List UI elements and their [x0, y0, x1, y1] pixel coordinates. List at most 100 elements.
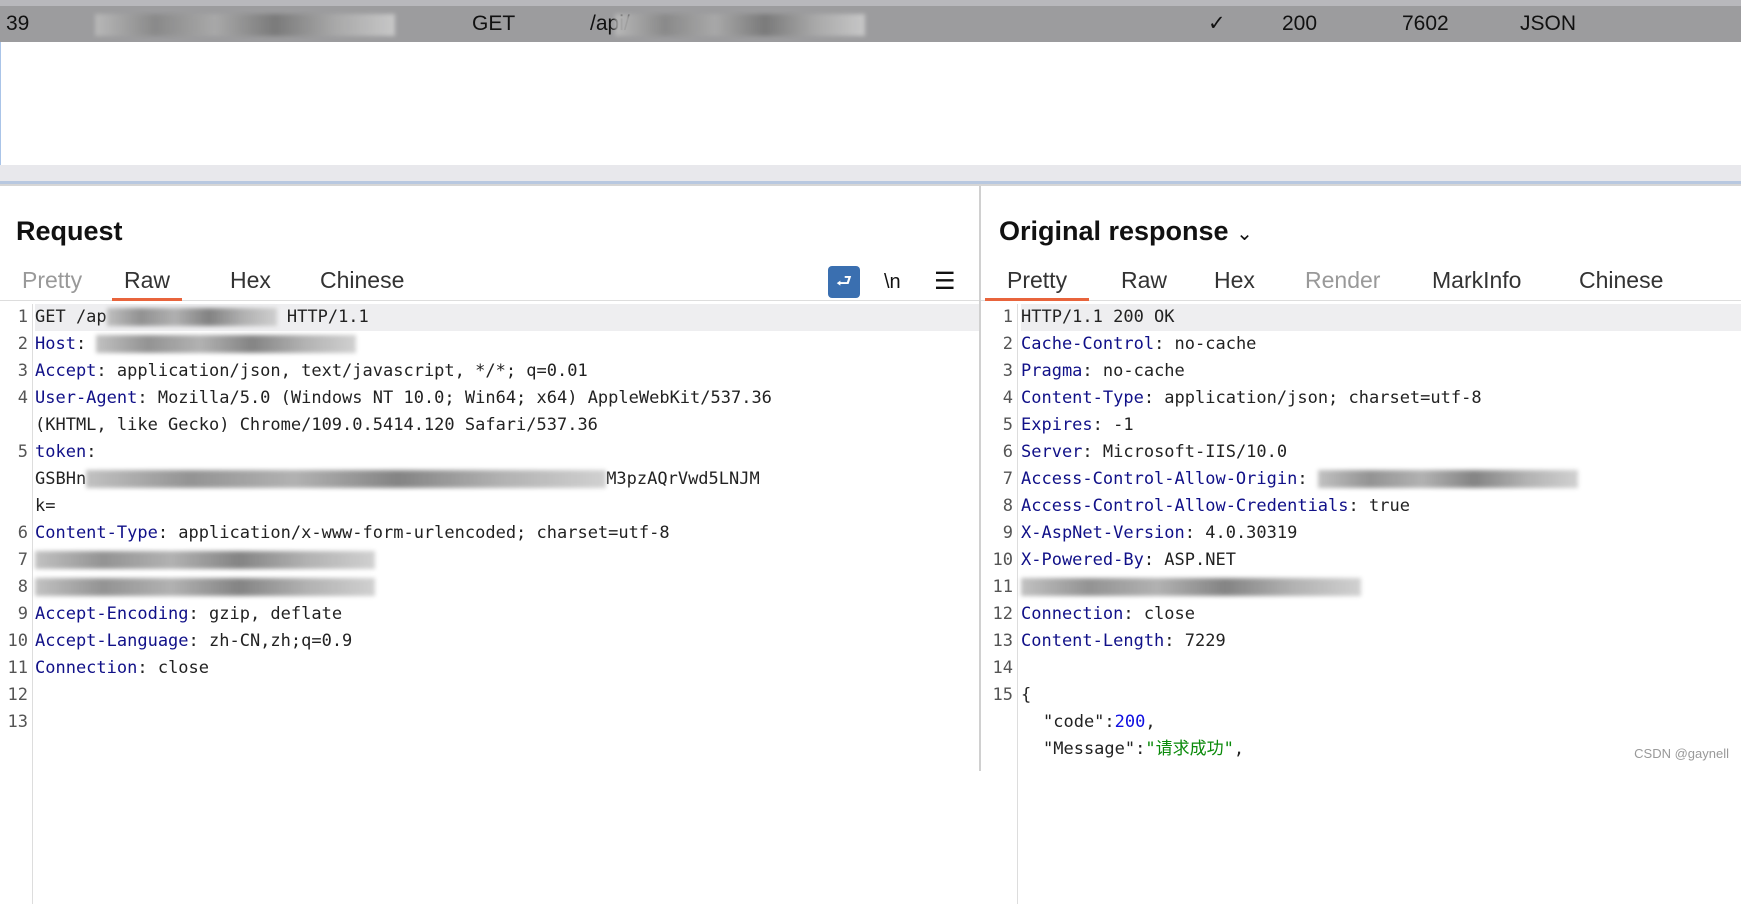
code-line: 15 {	[981, 682, 1741, 709]
code-line: 3 Accept: application/json, text/javascri…	[0, 358, 979, 385]
header-name: User-Agent	[35, 388, 138, 408]
line-number: 5	[17, 442, 28, 462]
word-wrap-icon[interactable]: ⮐	[828, 266, 860, 298]
code-line: 9 X-AspNet-Version: 4.0.30319	[981, 520, 1741, 547]
row-method: GET	[472, 12, 516, 35]
header-name: X-Powered-By	[1021, 550, 1144, 570]
line-number: 6	[17, 523, 28, 543]
tab-render[interactable]: Render	[1305, 264, 1380, 298]
header-name: Expires	[1021, 415, 1093, 435]
code-line: 2 Cache-Control: no-cache	[981, 331, 1741, 358]
tab-pretty[interactable]: Pretty	[985, 264, 1090, 301]
tab-chinese[interactable]: Chinese	[320, 264, 404, 298]
header-value: :	[1297, 469, 1318, 489]
header-value: : gzip, deflate	[188, 604, 343, 624]
header-name: Access-Control-Allow-Origin	[1021, 469, 1298, 489]
code-line: 12 Connection: close	[981, 601, 1741, 628]
show-newlines-button[interactable]: \n	[884, 266, 901, 298]
tab-chinese[interactable]: Chinese	[1579, 264, 1663, 298]
header-value: : zh-CN,zh;q=0.9	[188, 631, 353, 651]
line-text: "code":200,	[1043, 709, 1156, 736]
code-line: 13 Content-Length: 7229	[981, 628, 1741, 655]
line-text: GSBHn M3pzAQrVwd5LNJM	[35, 466, 760, 493]
line-text: Content-Type: application/json; charset=…	[1021, 385, 1482, 412]
header-value: (KHTML, like Gecko) Chrome/109.0.5414.12…	[35, 415, 598, 435]
line-text: Connection: close	[35, 655, 209, 682]
line-number: 1	[1002, 307, 1013, 327]
header-name: Access-Control-Allow-Credentials	[1021, 496, 1349, 516]
header-value: {	[1021, 685, 1032, 705]
chevron-down-icon[interactable]: ⌄	[1236, 223, 1253, 245]
json-key: "Message"	[1043, 739, 1136, 759]
tab-raw[interactable]: Raw	[1121, 264, 1167, 298]
header-value: : 4.0.30319	[1184, 523, 1298, 543]
header-value: : no-cache	[1154, 334, 1257, 354]
header-name: Accept-Encoding	[35, 604, 189, 624]
line-text-tail: M3pzAQrVwd5LNJM	[606, 469, 760, 489]
code-line: 5 Expires: -1	[981, 412, 1741, 439]
line-text: Content-Type: application/x-www-form-url…	[35, 520, 670, 547]
menu-icon[interactable]: ☰	[934, 266, 956, 298]
line-number: 1	[17, 307, 28, 327]
line-number: 14	[992, 658, 1013, 678]
code-line: 3 Pragma: no-cache	[981, 358, 1741, 385]
line-text	[1021, 574, 1361, 601]
line-text: GET /ap HTTP/1.1	[35, 304, 979, 331]
history-row-selected[interactable]: 39 GET /api/ ✓ 200 7602 JSON	[0, 6, 1741, 42]
json-line: "code":200,	[981, 709, 1741, 736]
header-value: : Mozilla/5.0 (Windows NT 10.0; Win64; x…	[137, 388, 772, 408]
line-number: 10	[7, 631, 28, 651]
code-line: 4 User-Agent: Mozilla/5.0 (Windows NT 10.…	[0, 385, 979, 412]
line-text: "Message":"请求成功",	[1043, 736, 1244, 763]
header-value: : -1	[1092, 415, 1134, 435]
code-line: 8 Access-Control-Allow-Credentials: true	[981, 493, 1741, 520]
response-panel: Original response ⌄ Pretty Raw Hex Rende…	[981, 186, 1741, 904]
line-number: 11	[7, 658, 28, 678]
line-text: Content-Length: 7229	[1021, 628, 1226, 655]
tab-hex[interactable]: Hex	[1214, 264, 1255, 298]
json-end: ,	[1145, 712, 1156, 732]
line-text: HTTP/1.1 200 OK	[1021, 304, 1741, 331]
code-line: 11 Connection: close	[0, 655, 979, 682]
header-name: Cache-Control	[1021, 334, 1155, 354]
line-number: 4	[17, 388, 28, 408]
line-number: 2	[1002, 334, 1013, 354]
line-text: Expires: -1	[1021, 412, 1134, 439]
json-key: "code"	[1043, 712, 1105, 732]
header-name: Content-Type	[35, 523, 158, 543]
row-id: 39	[6, 12, 30, 35]
code-line: 1 GET /ap HTTP/1.1	[0, 304, 979, 331]
line-text: Host:	[35, 331, 357, 358]
tab-markinfo[interactable]: MarkInfo	[1432, 264, 1521, 298]
code-line: 10 X-Powered-By: ASP.NET	[981, 547, 1741, 574]
json-end: ,	[1233, 739, 1245, 759]
line-text: Connection: close	[1021, 601, 1195, 628]
redacted-text	[96, 335, 357, 353]
line-number: 8	[1002, 496, 1013, 516]
redacted-text	[1021, 578, 1361, 596]
code-line: (KHTML, like Gecko) Chrome/109.0.5414.12…	[0, 412, 979, 439]
line-text: token:	[35, 439, 96, 466]
json-value: "请求成功"	[1145, 739, 1234, 759]
line-text	[35, 547, 375, 574]
tab-raw[interactable]: Raw	[112, 264, 183, 301]
code-line: 1 HTTP/1.1 200 OK	[981, 304, 1741, 331]
header-value: HTTP/1.1 200 OK	[1021, 307, 1175, 327]
code-line: 8	[0, 574, 979, 601]
line-text: User-Agent: Mozilla/5.0 (Windows NT 10.0…	[35, 385, 772, 412]
line-number: 13	[7, 712, 28, 732]
line-text: X-AspNet-Version: 4.0.30319	[1021, 520, 1297, 547]
line-text: Access-Control-Allow-Credentials: true	[1021, 493, 1410, 520]
tab-hex[interactable]: Hex	[230, 264, 271, 298]
header-value: : application/json; charset=utf-8	[1143, 388, 1482, 408]
line-text: X-Powered-By: ASP.NET	[1021, 547, 1236, 574]
line-number: 12	[992, 604, 1013, 624]
request-title: Request	[16, 216, 123, 246]
tab-pretty[interactable]: Pretty	[22, 264, 82, 298]
horizontal-scrollbar[interactable]	[0, 165, 1741, 181]
header-value: : Microsoft-IIS/10.0	[1082, 442, 1288, 462]
row-length: 7602	[1402, 12, 1449, 35]
header-value: k=	[35, 496, 56, 516]
response-title[interactable]: Original response ⌄	[999, 216, 1253, 247]
code-line: 6 Server: Microsoft-IIS/10.0	[981, 439, 1741, 466]
